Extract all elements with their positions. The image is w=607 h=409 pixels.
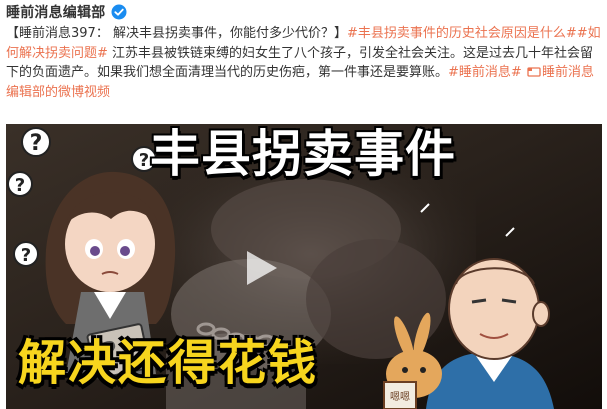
hashtag-link[interactable]: #丰县拐卖事件的历史社会原因是什么# — [347, 26, 577, 41]
question-mark: ? — [15, 175, 25, 196]
post-header: 睡前消息编辑部 — [6, 2, 127, 22]
question-mark: ? — [21, 245, 31, 266]
post-text: 【睡前消息397： 解决丰县拐卖事件，你能付多少代价？】#丰县拐卖事件的历史社会… — [6, 24, 602, 102]
hashtag-link[interactable]: #睡前消息# — [448, 65, 522, 80]
author-name[interactable]: 睡前消息编辑部 — [6, 2, 105, 22]
question-mark: ? — [139, 150, 149, 171]
video-camera-icon — [527, 67, 541, 77]
book-label: 嗯嗯 — [390, 391, 410, 403]
video-player[interactable]: ? ? ? ? ? 嗯嗯 丰县拐卖事件 解决还得花钱 — [6, 124, 602, 409]
video-thumbnail: ? ? ? ? ? 嗯嗯 — [6, 124, 602, 409]
post-intro: 【睡前消息397： 解决丰县拐卖事件，你能付多少代价？】 — [6, 26, 347, 41]
question-mark: ? — [30, 131, 43, 156]
verified-icon — [111, 4, 127, 20]
play-button-icon[interactable] — [237, 245, 283, 291]
